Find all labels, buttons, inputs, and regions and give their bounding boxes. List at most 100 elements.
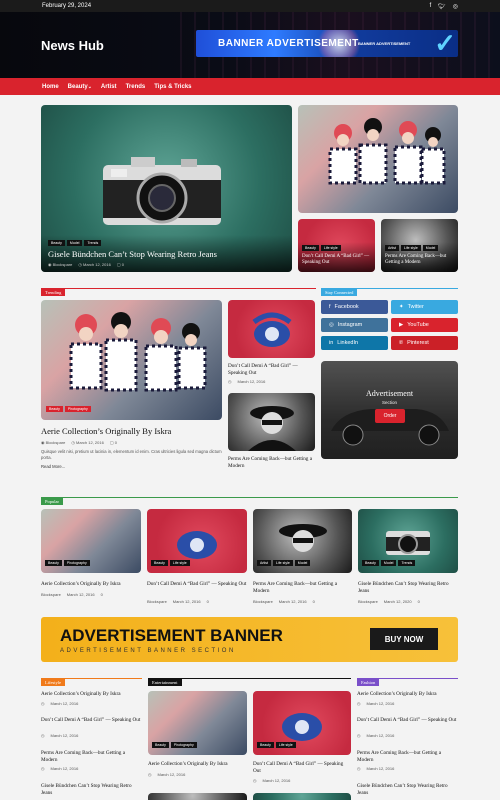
hero-main-title[interactable]: Gisele Bündchen Can’t Stop Wearing Retro… bbox=[48, 249, 285, 259]
popular-image-1[interactable]: Beauty Photography bbox=[41, 509, 141, 573]
nav-tips[interactable]: Tips & Tricks bbox=[154, 84, 191, 90]
popular-image-2[interactable]: Beauty Life style bbox=[147, 509, 247, 573]
hero-side-1-overlay: Beauty Life style Don’t Call Demi A “Bad… bbox=[298, 242, 375, 272]
tag[interactable]: Life style bbox=[400, 245, 421, 251]
tag[interactable]: Photography bbox=[170, 742, 197, 748]
tag[interactable]: Artist bbox=[257, 560, 271, 566]
author-name[interactable]: Blockspare bbox=[253, 599, 273, 604]
twitter-icon[interactable]: 🐦︎ bbox=[438, 3, 446, 10]
instagram-button[interactable]: ◎ Instagram bbox=[321, 318, 388, 332]
tag[interactable]: Model bbox=[422, 245, 439, 251]
tag[interactable]: Beauty bbox=[151, 560, 168, 566]
nav-trends[interactable]: Trends bbox=[126, 84, 146, 90]
entertainment-image-2[interactable]: Beauty Life style bbox=[253, 691, 351, 755]
date-text: March 12, 2016 bbox=[278, 599, 307, 604]
hero-right-image[interactable] bbox=[298, 105, 458, 213]
tag[interactable]: Artist bbox=[385, 245, 399, 251]
fashion-title-3[interactable]: Perms Are Coming Back—but Getting a Mode… bbox=[357, 750, 458, 763]
entertainment-image-1[interactable]: Beauty Photography bbox=[148, 691, 247, 755]
entertainment-tags-2: Beauty Life style bbox=[257, 742, 296, 748]
trending-side-title-2[interactable]: Perms Are Coming Back—but Getting a Mode… bbox=[228, 456, 315, 469]
tag[interactable]: Life style bbox=[320, 245, 341, 251]
advertisement-box[interactable]: Advertisement Section Order bbox=[321, 361, 458, 459]
tag[interactable]: Life style bbox=[169, 560, 190, 566]
site-logo[interactable]: News Hub bbox=[41, 38, 104, 53]
popular-tags-3: Artist Life style Model bbox=[257, 560, 311, 566]
tag[interactable]: Photography bbox=[63, 560, 90, 566]
current-date: February 29, 2024 bbox=[42, 3, 92, 9]
popular-title-2[interactable]: Don’t Call Demi A “Bad Girl” — Speaking … bbox=[147, 581, 247, 588]
trending-side-image-1[interactable] bbox=[228, 300, 315, 358]
trending-side-title-1[interactable]: Don’t Call Demi A “Bad Girl” — Speaking … bbox=[228, 363, 315, 376]
lifestyle-title-2[interactable]: Don’t Call Demi A “Bad Girl” — Speaking … bbox=[41, 717, 142, 724]
date-text: March 12, 2016 bbox=[366, 733, 395, 738]
main-content: Beauty Model Trends Gisele Bündchen Can’… bbox=[0, 95, 500, 800]
nav-artist[interactable]: Artist bbox=[101, 84, 117, 90]
tag[interactable]: Trends bbox=[84, 240, 102, 246]
pinterest-button[interactable]: ℗ Pinterest bbox=[391, 336, 458, 350]
hero-side-1-title[interactable]: Don’t Call Demi A “Bad Girl” — Speaking … bbox=[302, 254, 371, 266]
telephone-icon bbox=[252, 312, 292, 347]
tag[interactable]: Beauty bbox=[302, 245, 319, 251]
lifestyle-title-3[interactable]: Perms Are Coming Back—but Getting a Mode… bbox=[41, 750, 142, 763]
hero-side-2-title[interactable]: Perms Are Coming Back—but Getting a Mode… bbox=[385, 254, 454, 266]
twitter-button[interactable]: ✦ Twitter bbox=[391, 300, 458, 314]
tag[interactable]: Beauty bbox=[362, 560, 379, 566]
comment-count: 0 bbox=[417, 599, 420, 604]
trending-feature-image[interactable]: Beauty Photography bbox=[41, 300, 222, 420]
hero-main-overlay: Beauty Model Trends Gisele Bündchen Can’… bbox=[41, 235, 292, 272]
nav-home[interactable]: Home bbox=[42, 84, 59, 90]
popular-title-1[interactable]: Aerie Collection’s Originally By Iskra bbox=[41, 581, 141, 588]
advertisement-banner[interactable]: ADVERTISEMENT BANNER ADVERTISEMENT BANNE… bbox=[41, 617, 458, 662]
tag[interactable]: Model bbox=[294, 560, 311, 566]
fashion-title-1[interactable]: Aerie Collection’s Originally By Iskra bbox=[357, 691, 458, 698]
hero-side-card-2[interactable]: Artist Life style Model Perms Are Coming… bbox=[381, 219, 458, 272]
date-text: March 12, 2020 bbox=[383, 599, 412, 604]
tag[interactable]: Life style bbox=[272, 560, 293, 566]
author-name[interactable]: Blockspare bbox=[41, 592, 61, 597]
entertainment-title-2[interactable]: Don’t Call Demi A “Bad Girl” — Speaking … bbox=[253, 761, 351, 774]
hero-main-card[interactable]: Beauty Model Trends Gisele Bündchen Can’… bbox=[41, 105, 292, 272]
read-more-link[interactable]: Read More... bbox=[41, 464, 65, 470]
tag[interactable]: Trends bbox=[398, 560, 416, 566]
popular-title-4[interactable]: Gisele Bündchen Can’t Stop Wearing Retro… bbox=[358, 581, 458, 594]
trending-side-image-2[interactable] bbox=[228, 393, 315, 451]
instagram-icon[interactable]: ◎ bbox=[453, 3, 458, 10]
author-name[interactable]: Blockspare bbox=[53, 262, 73, 267]
tag[interactable]: Model bbox=[380, 560, 397, 566]
youtube-button[interactable]: ▶ YouTube bbox=[391, 318, 458, 332]
tag[interactable]: Beauty bbox=[48, 240, 65, 246]
facebook-button[interactable]: f Facebook bbox=[321, 300, 388, 314]
main-nav: Home Beauty⌄ Artist Trends Tips & Tricks bbox=[0, 78, 500, 95]
entertainment-image-3[interactable] bbox=[148, 793, 247, 800]
trending-feature-title[interactable]: Aerie Collection’s Originally By Iskra bbox=[41, 426, 171, 436]
tag[interactable]: Beauty bbox=[152, 742, 169, 748]
author-name[interactable]: Blockspare bbox=[46, 440, 66, 445]
entertainment-title-1[interactable]: Aerie Collection’s Originally By Iskra bbox=[148, 761, 247, 768]
popular-image-4[interactable]: Beauty Model Trends bbox=[358, 509, 458, 573]
lifestyle-title-1[interactable]: Aerie Collection’s Originally By Iskra bbox=[41, 691, 142, 698]
facebook-icon[interactable]: f bbox=[429, 3, 431, 10]
fashion-title-4[interactable]: Gisele Bündchen Can’t Stop Wearing Retro… bbox=[357, 783, 458, 796]
nav-beauty[interactable]: Beauty⌄ bbox=[68, 84, 92, 90]
hero-side-card-1[interactable]: Beauty Life style Don’t Call Demi A “Bad… bbox=[298, 219, 375, 272]
lifestyle-title-4[interactable]: Gisele Bündchen Can’t Stop Wearing Retro… bbox=[41, 783, 142, 796]
order-button[interactable]: Order bbox=[375, 409, 405, 423]
tag[interactable]: Photography bbox=[64, 406, 91, 412]
tag[interactable]: Life style bbox=[275, 742, 296, 748]
linkedin-button[interactable]: in LinkedIn bbox=[321, 336, 388, 350]
trending-side-date-1: ◷ March 12, 2016 bbox=[228, 379, 266, 384]
buy-now-button[interactable]: BUY NOW bbox=[370, 628, 438, 650]
author-name[interactable]: Blockspare bbox=[147, 599, 167, 604]
popular-image-3[interactable]: Artist Life style Model bbox=[253, 509, 352, 573]
tag[interactable]: Beauty bbox=[45, 560, 62, 566]
header-banner-ad[interactable]: BANNER ADVERTISEMENT BANNER ADVERTISEMEN… bbox=[196, 30, 458, 57]
tag[interactable]: Beauty bbox=[46, 406, 63, 412]
tag[interactable]: Beauty bbox=[257, 742, 274, 748]
author-name[interactable]: Blockspare bbox=[358, 599, 378, 604]
trending-feature-tags: Beauty Photography bbox=[46, 406, 91, 412]
tag[interactable]: Model bbox=[66, 240, 83, 246]
fashion-title-2[interactable]: Don’t Call Demi A “Bad Girl” — Speaking … bbox=[357, 717, 458, 724]
entertainment-image-4[interactable] bbox=[253, 793, 351, 800]
popular-title-3[interactable]: Perms Are Coming Back—but Getting a Mode… bbox=[253, 581, 352, 594]
